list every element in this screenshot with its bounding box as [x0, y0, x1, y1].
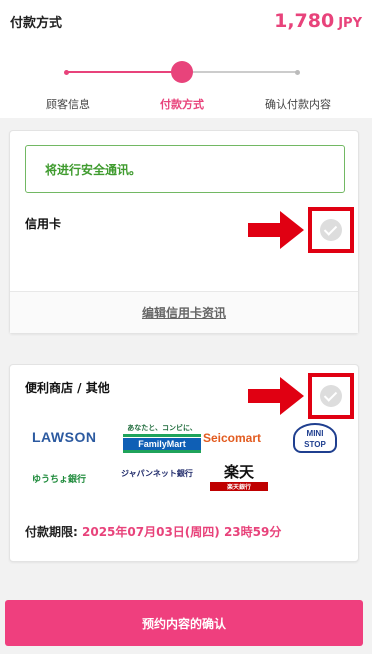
step-label-confirm: 确认付款内容 — [265, 98, 331, 111]
step-label-customer: 顾客信息 — [46, 98, 90, 111]
page-title: 付款方式 — [10, 15, 63, 31]
step-label-payment: 付款方式 — [160, 98, 204, 111]
progress-steps: 顾客信息 付款方式 确认付款内容 — [0, 42, 372, 118]
check-circle-icon[interactable] — [320, 219, 342, 241]
credit-card-title: 信用卡 — [25, 217, 62, 231]
familymart-name: FamilyMart — [123, 438, 201, 450]
deadline-value: 2025年07月03日(周四) 23時59分 — [82, 525, 282, 539]
total-amount: 1,780 JPY — [274, 10, 362, 32]
step-dot-payment — [171, 61, 193, 83]
secure-notice: 将进行安全通讯。 — [25, 145, 345, 193]
red-arrow-annotation — [248, 377, 304, 415]
amount-value: 1,780 — [274, 10, 335, 32]
japannet-bank-logo: ジャパンネット銀行 — [121, 469, 193, 478]
lawson-logo: LAWSON — [32, 429, 97, 445]
edit-card-link[interactable]: 编辑信用卡资讯 — [142, 304, 226, 321]
payment-deadline: 付款期限: 2025年07月03日(周四) 23時59分 — [25, 523, 281, 540]
convenience-title: 便利商店 / 其他 — [25, 381, 110, 395]
edit-card-area: 编辑信用卡资讯 — [10, 291, 358, 333]
deadline-label: 付款期限: — [25, 525, 78, 539]
credit-card-option[interactable]: 将进行安全通讯。 信用卡 编辑信用卡资讯 — [9, 130, 359, 334]
rakuten-bank-logo: 楽天 楽天銀行 — [210, 461, 268, 491]
red-arrow-annotation — [248, 211, 304, 249]
progress-line-pending — [190, 71, 298, 73]
seicomart-logo: Seicomart — [203, 431, 262, 445]
familymart-logo: あなたと、コンビに、 FamilyMart — [123, 423, 201, 453]
annotation-box — [308, 207, 354, 253]
check-circle-icon[interactable] — [320, 385, 342, 407]
header: 付款方式 1,780 JPY — [0, 0, 372, 42]
currency: JPY — [338, 16, 362, 31]
ministop-logo: MINI STOP — [293, 423, 337, 453]
convenience-store-option[interactable]: 便利商店 / 其他 LAWSON あなたと、コンビに、 FamilyMart S… — [9, 364, 359, 562]
step-dot-customer — [64, 69, 69, 75]
yucho-bank-logo: ゆうちょ銀行 — [32, 474, 87, 484]
familymart-tagline: あなたと、コンビに、 — [127, 425, 197, 432]
step-dot-confirm — [295, 69, 300, 75]
confirm-reservation-button[interactable]: 预约内容的确认 — [5, 600, 363, 646]
annotation-box — [308, 373, 354, 419]
progress-line-done — [67, 71, 172, 73]
